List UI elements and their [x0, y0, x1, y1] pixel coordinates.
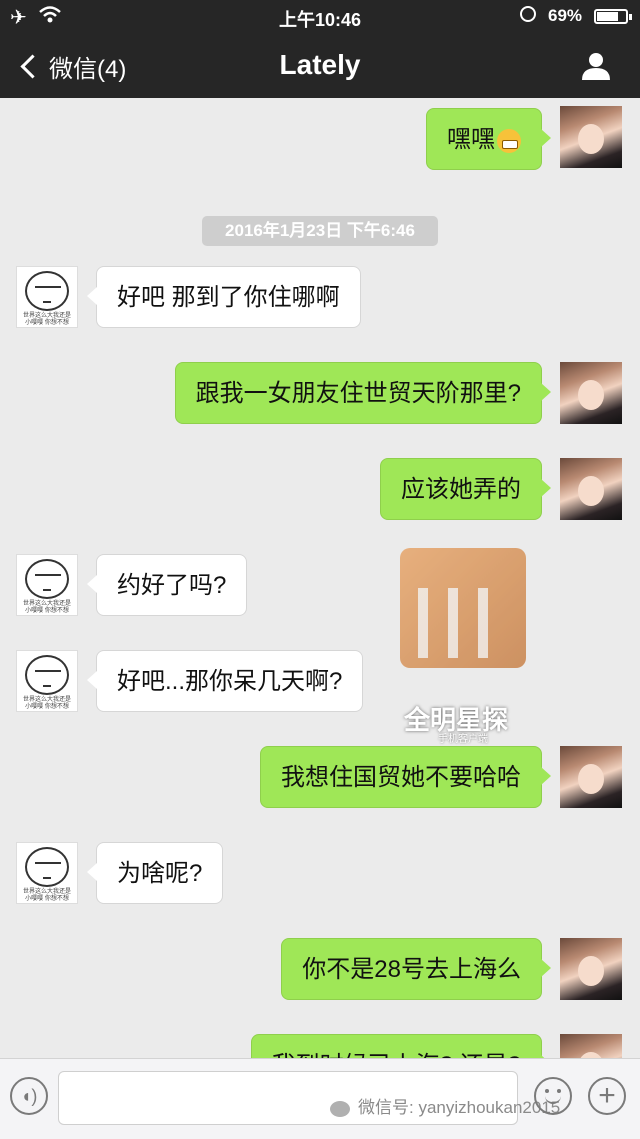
logo-icon — [400, 548, 526, 668]
battery-percent: 69% — [548, 6, 583, 25]
rotation-lock-icon — [520, 6, 536, 22]
message-bubble-outgoing[interactable]: 嘿嘿 — [426, 108, 551, 170]
chat-area[interactable]: 嘿嘿 2016年1月23日 下午6:46 世界这么大我还是小嘤嘤 你想不想 好吧… — [0, 98, 640, 1058]
message-bubble-incoming[interactable]: 约好了吗? — [86, 554, 248, 616]
message-bubble-incoming[interactable]: 为啥呢? — [86, 842, 224, 904]
avatar-self[interactable] — [560, 106, 622, 168]
voice-input-button[interactable]: ◖) — [10, 1077, 48, 1115]
message-timestamp: 2016年1月23日 下午6:46 — [202, 216, 438, 246]
avatar-self[interactable] — [560, 362, 622, 424]
input-bar: ◖) 微信号: yanyizhoukan2015 + — [0, 1058, 640, 1139]
more-options-button[interactable]: + — [588, 1077, 626, 1115]
nav-bar: 微信(4) Lately — [0, 34, 640, 98]
message-bubble-outgoing[interactable]: 我到时候已上海? 还是? — [250, 1034, 552, 1058]
message-bubble-outgoing[interactable]: 跟我一女朋友住世贸天阶那里? — [174, 362, 552, 424]
avatar-contact[interactable]: 世界这么大我还是小嘤嘤 你想不想 — [16, 842, 78, 904]
message-bubble-outgoing[interactable]: 你不是28号去上海么 — [281, 938, 551, 1000]
message-bubble-outgoing[interactable]: 我想住国贸她不要哈哈 — [260, 746, 551, 808]
avatar-self[interactable] — [560, 1034, 622, 1058]
contact-info-icon[interactable] — [580, 50, 612, 82]
watermark-subtitle: 手机客户端 — [438, 734, 488, 745]
status-time: 上午10:46 — [278, 10, 362, 30]
wechat-icon — [330, 1100, 350, 1117]
wechat-id-watermark: 微信号: yanyizhoukan2015 — [330, 1093, 560, 1118]
avatar-contact[interactable]: 世界这么大我还是小嘤嘤 你想不想 — [16, 554, 78, 616]
status-bar: ✈ 上午10:46 69% — [0, 0, 640, 34]
message-bubble-incoming[interactable]: 好吧...那你呆几天啊? — [86, 650, 364, 712]
message-bubble-incoming[interactable]: 好吧 那到了你住哪啊 — [87, 266, 361, 328]
chat-title: Lately — [279, 49, 361, 80]
avatar-self[interactable] — [560, 746, 622, 808]
grinning-emoji-icon — [497, 128, 521, 153]
avatar-self[interactable] — [560, 458, 622, 520]
watermark-logo: 全明星探 手机客户端 — [400, 548, 530, 745]
avatar-contact[interactable]: 世界这么大我还是小嘤嘤 你想不想 — [16, 266, 78, 328]
avatar-contact[interactable]: 世界这么大我还是小嘤嘤 你想不想 — [16, 650, 78, 712]
battery-icon — [594, 9, 632, 24]
avatar-self[interactable] — [560, 938, 622, 1000]
message-bubble-outgoing[interactable]: 应该她弄的 — [380, 458, 551, 520]
emoji-button[interactable] — [534, 1077, 572, 1115]
